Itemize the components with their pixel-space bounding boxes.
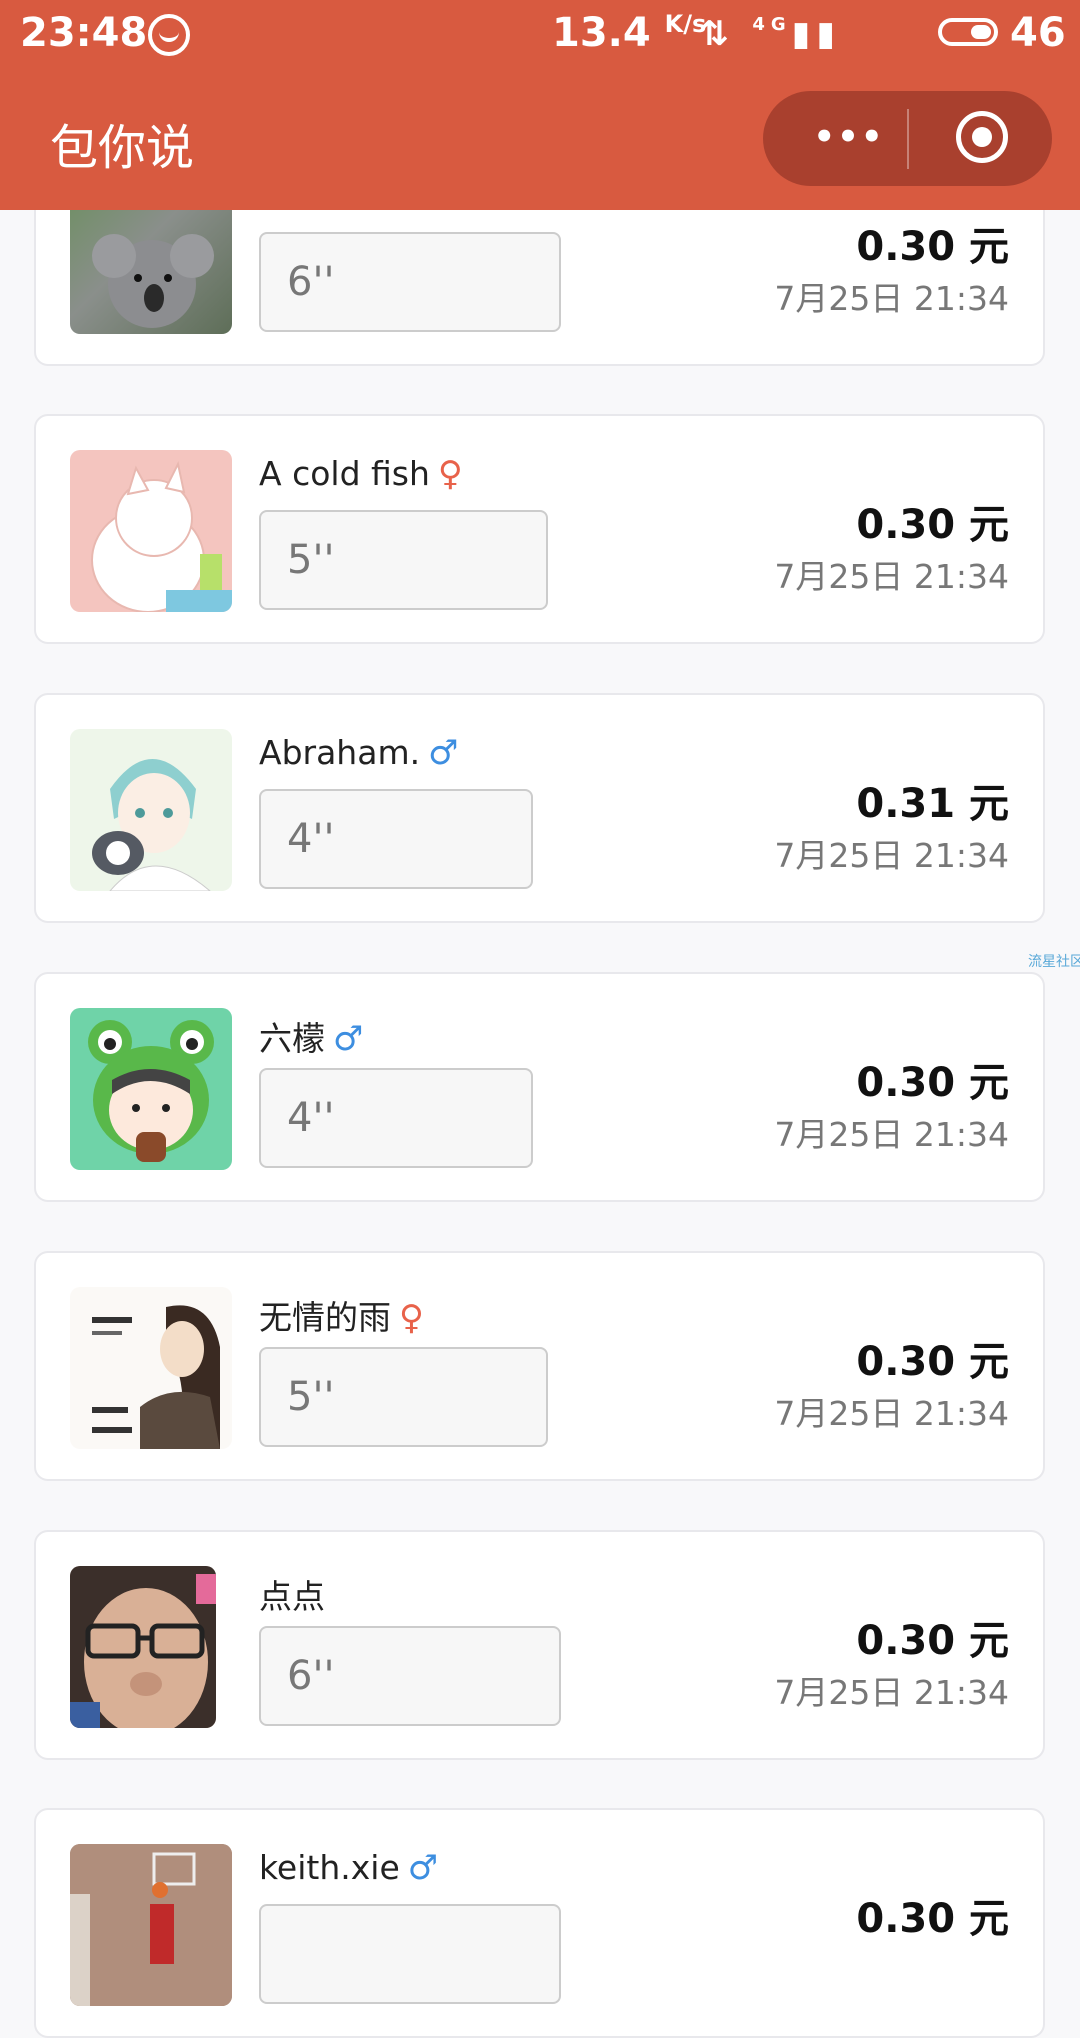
user-name: 点点 — [259, 1577, 325, 1616]
male-icon: ♂ — [333, 1019, 364, 1059]
avatar[interactable] — [70, 729, 232, 891]
voice-message-button[interactable]: 4'' — [259, 1068, 533, 1168]
user-name: keith.xie ♂ — [259, 1848, 439, 1888]
page-title: 包你说 — [50, 120, 195, 176]
female-icon: ♀ — [399, 1298, 424, 1338]
avatar[interactable] — [70, 450, 232, 612]
network-type: 4G — [752, 14, 792, 35]
user-name: 无情的雨 ♀ — [259, 1298, 424, 1338]
miniprogram-capsule: ••• — [763, 91, 1052, 186]
voice-message-button[interactable] — [259, 1904, 561, 2004]
avatar[interactable] — [70, 1566, 216, 1728]
timestamp: 7月25日 21:34 — [774, 557, 1009, 596]
list-item[interactable]: Abraham. ♂ 4'' 0.31 元 7月25日 21:34 — [34, 693, 1045, 923]
network-speed: 13.4 K/s — [552, 10, 707, 56]
avatar[interactable] — [70, 1287, 232, 1449]
voice-message-button[interactable]: 5'' — [259, 510, 548, 610]
signal-icon: ▮▮ — [791, 14, 842, 54]
voice-message-button[interactable]: 6'' — [259, 1626, 561, 1726]
avatar[interactable] — [70, 1008, 232, 1170]
avatar[interactable] — [70, 1844, 232, 2006]
battery-icon — [938, 18, 998, 46]
notification-icon — [148, 14, 190, 56]
battery-level: 46 — [1010, 10, 1066, 56]
amount: 0.30 元 — [856, 224, 1009, 270]
data-transfer-icon: ⇅ — [700, 14, 735, 54]
capsule-divider — [907, 109, 909, 169]
user-name: A cold fish ♀ — [259, 454, 463, 494]
timestamp: 7月25日 21:34 — [774, 836, 1009, 875]
amount: 0.30 元 — [856, 1896, 1009, 1942]
red-packet-list: 6'' 0.30 元 7月25日 21:34 A cold fish ♀ 5'' … — [0, 0, 1080, 2038]
list-item[interactable]: 无情的雨 ♀ 5'' 0.30 元 7月25日 21:34 — [34, 1251, 1045, 1481]
top-bar: 23:48 13.4 K/s ⇅ 4G▮▮ 46 包你说 ••• — [0, 0, 1080, 210]
amount: 0.31 元 — [856, 781, 1009, 827]
status-time: 23:48 — [20, 10, 148, 56]
timestamp: 7月25日 21:34 — [774, 1394, 1009, 1433]
amount: 0.30 元 — [856, 1618, 1009, 1664]
male-icon: ♂ — [428, 733, 459, 773]
voice-message-button[interactable]: 6'' — [259, 232, 561, 332]
timestamp: 7月25日 21:34 — [774, 1673, 1009, 1712]
list-item[interactable]: keith.xie ♂ 0.30 元 — [34, 1808, 1045, 2038]
user-name: Abraham. ♂ — [259, 733, 459, 773]
voice-message-button[interactable]: 5'' — [259, 1347, 548, 1447]
more-icon[interactable]: ••• — [799, 115, 899, 163]
user-name: 六檬 ♂ — [259, 1019, 364, 1059]
signal-icons: ⇅ 4G▮▮ — [700, 14, 841, 54]
list-item[interactable]: A cold fish ♀ 5'' 0.30 元 7月25日 21:34 — [34, 414, 1045, 644]
amount: 0.30 元 — [856, 1339, 1009, 1385]
watermark-text: 流星社区 — [1028, 954, 1080, 970]
amount: 0.30 元 — [856, 502, 1009, 548]
list-item[interactable]: 六檬 ♂ 4'' 0.30 元 7月25日 21:34 — [34, 972, 1045, 1202]
timestamp: 7月25日 21:34 — [774, 279, 1009, 318]
male-icon: ♂ — [407, 1848, 439, 1888]
close-miniprogram-icon[interactable] — [956, 111, 1008, 163]
amount: 0.30 元 — [856, 1060, 1009, 1106]
female-icon: ♀ — [437, 454, 463, 494]
voice-message-button[interactable]: 4'' — [259, 789, 533, 889]
list-item[interactable]: 点点 6'' 0.30 元 7月25日 21:34 — [34, 1530, 1045, 1760]
status-bar: 23:48 13.4 K/s ⇅ 4G▮▮ 46 — [0, 0, 1080, 70]
timestamp: 7月25日 21:34 — [774, 1115, 1009, 1154]
